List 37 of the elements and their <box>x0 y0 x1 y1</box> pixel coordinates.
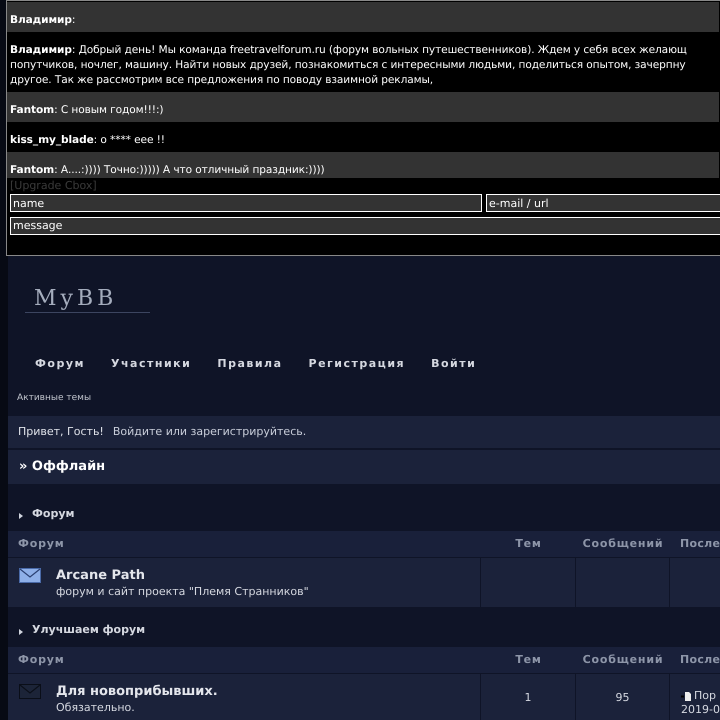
category-title[interactable]: Форум <box>32 506 75 522</box>
nav-link[interactable]: Регистрация <box>298 356 416 372</box>
chat-message: Fantom: С новым годом!!!:) <box>7 92 719 122</box>
message-field[interactable]: message <box>10 216 720 234</box>
nav-link[interactable]: Правила <box>206 356 294 372</box>
forum-title[interactable]: Arcane Path <box>56 568 145 584</box>
nav-link[interactable]: Форум <box>24 356 96 372</box>
column-header: После <box>679 536 720 552</box>
column-header: Тем <box>514 536 543 552</box>
active-topics-link[interactable]: Активные темы <box>17 392 92 406</box>
chat-message: Fantom: А....:)))) Точно:))))) А что отличный праздник:)))) <box>7 152 719 178</box>
page-icon <box>681 692 692 700</box>
offline-header: » Оффлайн <box>8 450 720 484</box>
forum-title[interactable]: Для новоприбывших. <box>56 684 218 700</box>
email-field[interactable]: e-mail / url <box>486 194 720 212</box>
last-post-link[interactable]: Пор <box>694 689 716 703</box>
post-count: 95 <box>576 674 670 720</box>
last-post-date: 2019-0 <box>681 703 720 717</box>
column-header: Форум <box>17 536 66 552</box>
column-header: Сообщений <box>582 536 664 552</box>
caret-icon <box>19 513 23 519</box>
topic-count: 1 <box>481 674 576 720</box>
forum-description: Обязательно. <box>56 700 135 715</box>
category-title[interactable]: Улучшаем форум <box>32 622 146 638</box>
column-header: После <box>679 652 720 668</box>
greeting-text: Привет, Гость! <box>18 424 104 440</box>
chat-message: Владимир: <box>7 2 719 32</box>
nav-link[interactable]: Войти <box>420 356 488 372</box>
column-header: Форум <box>17 652 66 668</box>
login-link[interactable]: Войдите или зарегистрируйтесь. <box>112 424 306 440</box>
nav-link[interactable]: Участники <box>100 356 202 372</box>
caret-icon <box>19 629 23 635</box>
column-header: Тем <box>514 652 543 668</box>
forum-description: форум и сайт проекта "Племя Странников" <box>56 584 309 599</box>
name-field[interactable]: name <box>10 194 482 212</box>
forum-logo: MyBB <box>25 286 150 313</box>
column-header: Сообщений <box>582 652 664 668</box>
